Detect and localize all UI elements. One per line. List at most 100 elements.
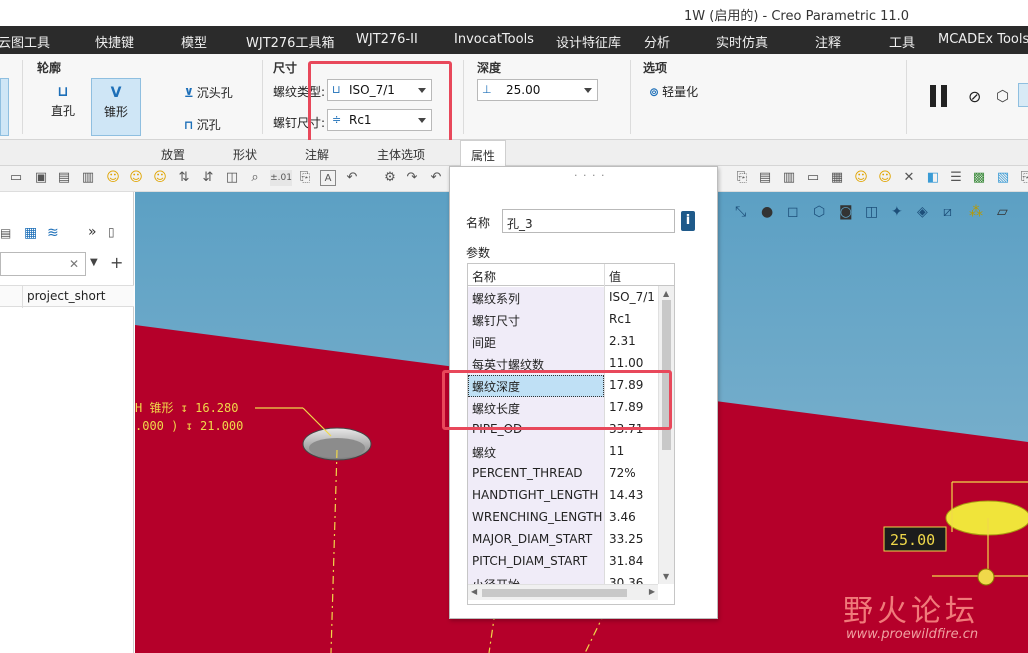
menu-mcadex-tools[interactable]: MCADEx Tools <box>938 32 1028 47</box>
smiley-icon[interactable]: ☺ <box>877 170 893 186</box>
param-value[interactable]: Rc1 <box>609 312 632 326</box>
copy-icon[interactable]: ⎘ <box>734 170 750 186</box>
menu-cloud-tools[interactable]: 云图工具 <box>0 32 50 51</box>
param-value[interactable]: 3.46 <box>609 510 636 524</box>
tab-notes[interactable]: 注解 <box>305 146 329 163</box>
param-value[interactable]: 72% <box>609 466 636 480</box>
copy-icon[interactable]: ⎘ <box>1018 170 1028 186</box>
backup-icon[interactable]: ▥ <box>80 170 96 186</box>
datum-display-icon[interactable]: ⁂ <box>969 204 983 220</box>
drag-handle-icon[interactable] <box>977 568 995 586</box>
menu-wjt276-ii[interactable]: WJT276-II <box>356 32 418 47</box>
smiley-icon[interactable]: ☺ <box>105 170 121 186</box>
regenerate-icon[interactable]: ⇅ <box>176 170 192 186</box>
chat-icon[interactable]: ▭ <box>8 170 24 186</box>
counterbore-button[interactable]: ⊓ 沉孔 <box>184 116 221 133</box>
clear-icon[interactable]: ✕ <box>69 257 79 271</box>
pause-icon[interactable] <box>930 85 936 107</box>
stop-icon[interactable]: ⊘ <box>968 87 981 106</box>
undo-icon[interactable]: ↶ <box>344 170 360 186</box>
zoom-window-icon[interactable]: ⤡ <box>735 204 746 220</box>
smiley-icon[interactable]: ☺ <box>128 170 144 186</box>
shading-icon[interactable]: ● <box>761 204 773 220</box>
depth-select[interactable]: ⊥ 25.00 <box>477 79 598 101</box>
cube-icon[interactable]: ◻ <box>787 204 799 220</box>
menu-wjt276-toolbox[interactable]: WJT276工具箱 <box>246 32 334 51</box>
image-icon[interactable]: ▩ <box>971 170 987 186</box>
scroll-left-icon[interactable]: ◀ <box>471 587 477 596</box>
table-row[interactable]: 螺纹系列 ISO_7/1 <box>468 287 658 309</box>
menu-model[interactable]: 模型 <box>181 32 207 51</box>
menu-invocattools[interactable]: InvocatTools <box>454 32 534 47</box>
verify-icon[interactable] <box>1018 83 1028 107</box>
table-row[interactable]: PITCH_DIAM_START 31.84 <box>468 551 658 573</box>
orient-icon[interactable]: ◫ <box>865 204 878 220</box>
param-value[interactable]: 11.00 <box>609 356 643 370</box>
param-value[interactable]: ISO_7/1 <box>609 290 655 304</box>
menu-shortcuts[interactable]: 快捷键 <box>95 32 134 51</box>
note-icon[interactable]: ▭ <box>805 170 821 186</box>
tab-placement[interactable]: 放置 <box>161 146 185 163</box>
param-value[interactable]: 11 <box>609 444 624 458</box>
table-row[interactable]: 间距 2.31 <box>468 331 658 353</box>
document-icon[interactable]: ▯ <box>108 225 115 239</box>
vertical-scrollbar[interactable]: ▲ ▼ <box>658 286 674 584</box>
tree-search-input[interactable]: ✕ <box>0 252 86 276</box>
table-row[interactable]: 螺纹 11 <box>468 441 658 463</box>
chevron-down-icon[interactable]: ▼ <box>90 257 98 268</box>
countersink-button[interactable]: ⊻ 沉头孔 <box>184 84 233 101</box>
taper-hole-button[interactable]: V 锥形 <box>91 78 141 136</box>
tree-icon[interactable]: ▤ <box>0 226 11 240</box>
scroll-thumb[interactable] <box>482 589 627 597</box>
ribbon-left-button-stub[interactable] <box>0 78 9 136</box>
param-value[interactable]: 31.84 <box>609 554 643 568</box>
model-tree-icon[interactable]: ◫ <box>224 170 240 186</box>
column-name-header[interactable]: 名称 <box>472 268 496 285</box>
drag-grip-icon[interactable]: · · · · <box>574 169 605 182</box>
scroll-up-icon[interactable]: ▲ <box>663 289 669 298</box>
menu-annotate[interactable]: 注释 <box>815 32 841 51</box>
views-icon[interactable]: ⬡ <box>813 204 825 220</box>
menu-analysis[interactable]: 分析 <box>644 32 670 51</box>
paste-icon[interactable]: ▤ <box>757 170 773 186</box>
regenerate-all-icon[interactable]: ⇵ <box>200 170 216 186</box>
table-row[interactable]: 螺钉尺寸 Rc1 <box>468 309 658 331</box>
cube-icon[interactable]: ◧ <box>925 170 941 186</box>
straight-hole-button[interactable]: ⊔ 直孔 <box>38 78 88 136</box>
close-icon[interactable]: ✕ <box>901 170 917 186</box>
column-project-short[interactable]: project_short <box>27 289 106 303</box>
redo-icon[interactable]: ↷ <box>404 170 420 186</box>
name-field[interactable] <box>502 209 675 233</box>
paste-special-icon[interactable]: ▥ <box>781 170 797 186</box>
save-copy-icon[interactable]: ▤ <box>56 170 72 186</box>
copy-icon[interactable]: ⎘ <box>297 170 313 186</box>
more-icon[interactable]: » <box>88 224 97 240</box>
scroll-down-icon[interactable]: ▼ <box>663 572 669 581</box>
undo-icon[interactable]: ↶ <box>428 170 444 186</box>
lightweight-button[interactable]: ⊚ 轻量化 <box>649 83 698 100</box>
tab-properties[interactable]: 属性 <box>460 140 507 167</box>
tab-body-options[interactable]: 主体选项 <box>377 146 425 163</box>
scroll-right-icon[interactable]: ▶ <box>649 587 655 596</box>
list-icon[interactable]: ☰ <box>948 170 964 186</box>
table-row[interactable]: WRENCHING_LENGTH 3.46 <box>468 507 658 529</box>
table-row[interactable]: PERCENT_THREAD 72% <box>468 463 658 485</box>
tab-shape[interactable]: 形状 <box>233 146 257 163</box>
param-value[interactable]: 14.43 <box>609 488 643 502</box>
depth-dimension-text[interactable]: 25.00 <box>890 531 935 549</box>
param-value[interactable]: 2.31 <box>609 334 636 348</box>
save-icon[interactable]: ▣ <box>33 170 49 186</box>
layers-icon[interactable]: ≋ <box>47 225 59 241</box>
table-row[interactable]: MAJOR_DIAM_START 33.25 <box>468 529 658 551</box>
smiley-icon[interactable]: ☺ <box>853 170 869 186</box>
plane-icon[interactable]: ⧄ <box>943 204 952 220</box>
hole-note-line1[interactable]: H 锥形 ↧ 16.280 <box>135 401 238 415</box>
menu-tools[interactable]: 工具 <box>889 32 915 51</box>
text-icon[interactable]: A <box>320 170 336 186</box>
zoom-icon[interactable]: ⌕ <box>247 170 263 186</box>
info-icon[interactable]: i <box>681 211 695 231</box>
spin-icon[interactable]: ✦ <box>891 204 903 220</box>
settings-icon[interactable]: ⚙ <box>382 170 398 186</box>
horizontal-scrollbar[interactable]: ◀ ▶ <box>468 584 658 600</box>
table-row[interactable]: HANDTIGHT_LENGTH 14.43 <box>468 485 658 507</box>
